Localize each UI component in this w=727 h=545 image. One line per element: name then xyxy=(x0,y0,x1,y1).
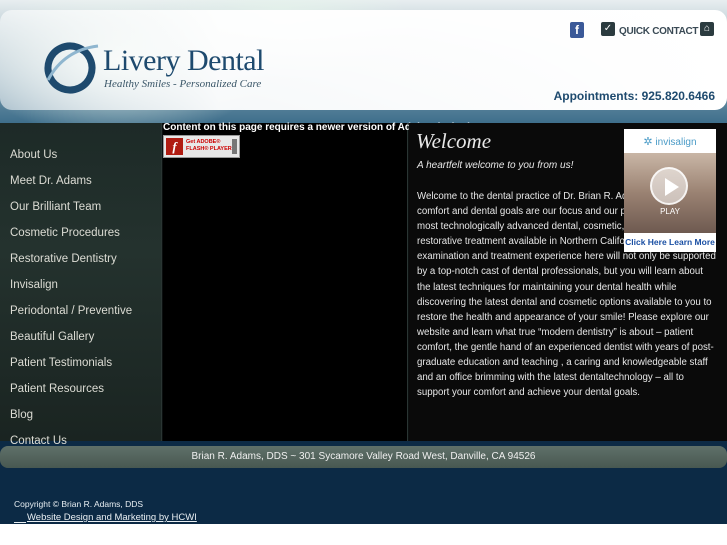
design-credit-link[interactable]: Website Design and Marketing by HCWI xyxy=(27,512,197,523)
quick-contact-link[interactable]: QUICK CONTACT xyxy=(619,26,699,37)
sidebar-item-blog[interactable]: Blog xyxy=(10,409,33,421)
invisalign-logo: ✲ invisalign xyxy=(643,136,697,148)
header: Livery Dental Healthy Smiles - Personali… xyxy=(0,10,727,110)
sparkle-icon: ✲ xyxy=(643,136,653,148)
download-icon xyxy=(232,139,237,154)
invisalign-photo: PLAY xyxy=(624,153,716,233)
copyright: Copyright © Brian R. Adams, DDS xyxy=(14,499,144,509)
sidebar-item-team[interactable]: Our Brilliant Team xyxy=(10,201,101,213)
sidebar-item-periodontal[interactable]: Periodontal / Preventive xyxy=(10,305,132,317)
logo-icon[interactable] xyxy=(44,40,104,122)
page-title: Welcome xyxy=(416,129,492,153)
sidebar-item-restorative[interactable]: Restorative Dentistry xyxy=(10,253,117,265)
intro-text: A heartfelt welcome to you from us! xyxy=(417,160,574,171)
sidebar-item-resources[interactable]: Patient Resources xyxy=(10,383,104,395)
invisalign-learn-more-link[interactable]: Click Here Learn More xyxy=(624,233,716,252)
play-label: PLAY xyxy=(660,207,680,216)
facebook-icon[interactable]: f xyxy=(570,22,584,38)
sidebar-item-cosmetic[interactable]: Cosmetic Procedures xyxy=(10,227,120,239)
play-icon[interactable] xyxy=(650,167,688,205)
sidebar-item-meet-dr-adams[interactable]: Meet Dr. Adams xyxy=(10,175,92,187)
credit-underline xyxy=(14,512,26,523)
page-bottom xyxy=(0,524,727,545)
appointments-phone: Appointments: 925.820.6466 xyxy=(553,89,715,103)
flash-icon: f xyxy=(166,138,183,155)
sidebar-item-testimonials[interactable]: Patient Testimonials xyxy=(10,357,112,369)
quick-contact-icon[interactable]: ✓ xyxy=(601,22,615,36)
get-flash-player-button[interactable]: f Get ADOBE® FLASH® PLAYER xyxy=(163,135,240,158)
flash-placeholder: Content on this page requires a newer ve… xyxy=(163,122,493,441)
sidebar-item-invisalign[interactable]: Invisalign xyxy=(10,279,58,291)
sidebar-item-gallery[interactable]: Beautiful Gallery xyxy=(10,331,94,343)
home-icon[interactable]: ⌂ xyxy=(700,22,714,36)
flash-button-label: Get ADOBE® FLASH® PLAYER xyxy=(186,139,232,152)
sidebar-item-about-us[interactable]: About Us xyxy=(10,149,57,161)
address-bar: Brian R. Adams, DDS ~ 301 Sycamore Valle… xyxy=(0,446,727,468)
logo-tagline: Healthy Smiles - Personalized Care xyxy=(104,78,262,90)
logo-name[interactable]: Livery Dental xyxy=(103,44,264,78)
content-area: About Us Meet Dr. Adams Our Brilliant Te… xyxy=(0,122,727,447)
invisalign-promo[interactable]: ✲ invisalign PLAY Click Here Learn More xyxy=(624,129,716,252)
sidebar-nav: About Us Meet Dr. Adams Our Brilliant Te… xyxy=(0,123,162,447)
